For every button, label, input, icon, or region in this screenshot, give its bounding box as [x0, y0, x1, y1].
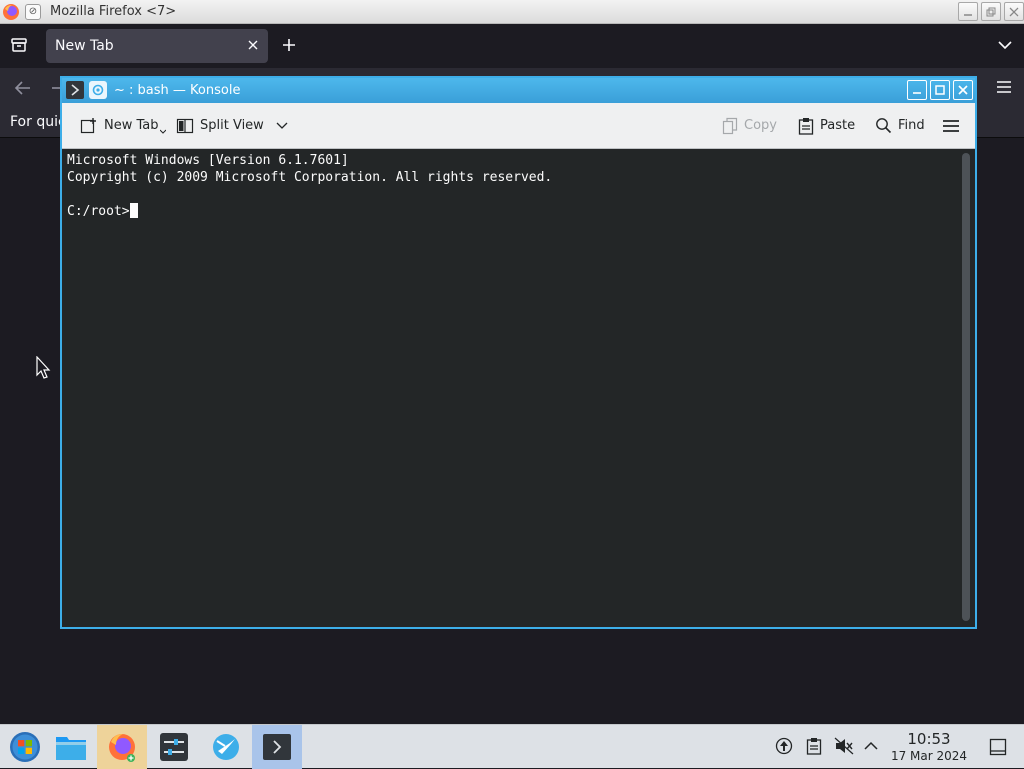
new-tab-label: New Tab	[104, 118, 159, 133]
new-tab-button[interactable]: New Tab	[80, 103, 166, 148]
chevron-up-icon[interactable]	[864, 741, 878, 751]
menu-icon[interactable]	[996, 80, 1012, 94]
terminal-output: Microsoft Windows [Version 6.1.7601] Cop…	[67, 152, 552, 220]
clock-date[interactable]: 17 Mar 2024	[889, 749, 969, 763]
dropdown-indicator-icon	[159, 129, 166, 134]
terminal-prompt: C:/root>	[67, 204, 130, 219]
minimize-button[interactable]	[958, 2, 978, 21]
konsole-titlebar[interactable]: ~ : bash — Konsole	[62, 78, 975, 103]
konsole-close-button[interactable]	[953, 80, 973, 100]
tab-list-icon[interactable]	[10, 37, 28, 53]
window-title: Mozilla Firefox <7>	[50, 4, 177, 19]
find-label: Find	[898, 118, 925, 133]
konsole-maximize-button[interactable]	[930, 80, 950, 100]
update-notifier-icon[interactable]	[775, 737, 793, 755]
find-button[interactable]: Find	[875, 103, 925, 148]
show-desktop-icon[interactable]	[989, 738, 1007, 756]
folder-icon	[56, 737, 86, 760]
split-view-button[interactable]: Split View	[176, 103, 294, 148]
bookmarks-hint-text: For quic	[10, 114, 66, 130]
volume-muted-icon[interactable]	[834, 737, 854, 755]
firefox-tab-bar: New Tab	[0, 24, 1024, 68]
terminal-prompt-icon	[71, 84, 80, 96]
firefox-icon	[109, 734, 135, 762]
new-tab-plus-icon[interactable]	[281, 37, 297, 53]
taskbar-konsole[interactable]	[252, 725, 302, 769]
restore-button[interactable]	[981, 2, 1001, 21]
terminal-icon	[263, 734, 291, 760]
minimize-icon	[964, 13, 972, 16]
taskbar: 10:53 17 Mar 2024	[0, 724, 1024, 769]
chevron-down-icon[interactable]	[998, 40, 1012, 50]
hamburger-menu-icon	[943, 119, 959, 132]
taskbar-firefox[interactable]	[97, 725, 147, 769]
start-menu-button[interactable]	[0, 725, 50, 769]
copy-icon	[722, 117, 738, 134]
terminal-line: Copyright (c) 2009 Microsoft Corporation…	[67, 170, 553, 185]
start-menu-icon	[10, 732, 40, 762]
pin-circle-icon	[92, 84, 104, 96]
pin-icon[interactable]: ⊘	[25, 4, 41, 20]
split-view-label: Split View	[200, 118, 264, 133]
terminal-area[interactable]: Microsoft Windows [Version 6.1.7601] Cop…	[62, 149, 975, 627]
chevron-down-icon	[276, 122, 288, 129]
firefox-logo-icon	[3, 4, 19, 20]
taskbar-system-settings[interactable]	[149, 725, 199, 769]
konsole-minimize-button[interactable]	[907, 80, 927, 100]
text-cursor	[129, 203, 138, 218]
taskbar-file-manager[interactable]	[46, 725, 96, 769]
terminal-scrollbar[interactable]	[962, 153, 970, 621]
search-icon	[876, 118, 892, 134]
paste-button[interactable]: Paste	[798, 103, 855, 148]
copy-label: Copy	[744, 118, 777, 133]
close-icon	[958, 85, 968, 95]
minimize-icon	[913, 92, 921, 94]
firefox-titlebar: ⊘ Mozilla Firefox <7>	[0, 0, 1024, 24]
restore-icon	[986, 7, 996, 16]
maximize-icon	[935, 85, 945, 95]
taskbar-discover[interactable]	[201, 725, 251, 769]
mouse-cursor-icon	[36, 356, 51, 379]
copy-button[interactable]: Copy	[722, 103, 777, 148]
konsole-window: ~ : bash — Konsole New Tab Split View Co…	[60, 76, 977, 629]
back-arrow-icon[interactable]	[14, 80, 32, 96]
clipboard-icon[interactable]	[806, 737, 822, 755]
konsole-title: ~ : bash — Konsole	[114, 83, 241, 98]
clock-time[interactable]: 10:53	[893, 730, 965, 748]
terminal-line: Microsoft Windows [Version 6.1.7601]	[67, 153, 349, 168]
hamburger-menu-button[interactable]	[943, 103, 965, 148]
paste-icon	[798, 117, 814, 135]
terminal-app-icon[interactable]	[66, 81, 84, 99]
split-view-icon	[176, 118, 194, 133]
close-icon	[1009, 7, 1019, 16]
tab-label: New Tab	[55, 38, 114, 54]
konsole-toolbar: New Tab Split View Copy Paste Find	[62, 103, 975, 149]
forward-arrow-icon[interactable]	[50, 80, 60, 96]
paste-label: Paste	[820, 118, 856, 133]
settings-sliders-icon	[160, 733, 188, 761]
new-tab-icon	[80, 117, 96, 133]
tab-new-tab[interactable]: New Tab	[46, 29, 268, 63]
keep-above-icon[interactable]	[89, 81, 107, 99]
close-button[interactable]	[1004, 2, 1024, 21]
close-tab-icon[interactable]	[247, 39, 259, 51]
discover-icon	[213, 734, 239, 760]
